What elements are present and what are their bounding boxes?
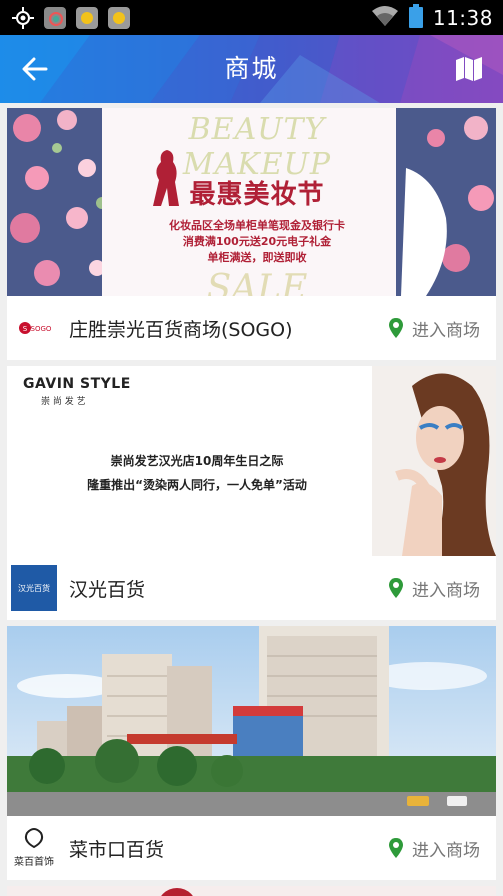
- model-photo: [372, 366, 496, 556]
- store-card-caibai[interactable]: 菜百首饰 菜市口百货 进入商场: [7, 626, 496, 880]
- store-logo-text: 菜百首饰: [14, 855, 54, 868]
- svg-text:S: S: [23, 325, 28, 333]
- store-row[interactable]: S SOGO 庄胜崇光百货商场(SOGO) 进入商场: [7, 296, 496, 360]
- store-banner[interactable]: BEAUTY MAKEUP 最惠美妆节 化妆品区全场单柜单笔现金及银行卡 消费满…: [7, 108, 496, 296]
- banner-detail-line: 崇尚发艺汉光店10周年生日之际: [110, 454, 284, 468]
- battery-icon: [408, 3, 423, 32]
- store-name: 汉光百货: [69, 578, 146, 601]
- gps-icon: [10, 5, 36, 31]
- store-logo: 汉光百货: [11, 565, 57, 611]
- store-banner[interactable]: [7, 626, 496, 816]
- store-banner[interactable]: GAVIN STYLE 崇 尚 发 艺 崇尚发艺汉光店10周年生日之际 隆重推出…: [7, 366, 496, 556]
- location-pin-icon: [389, 318, 403, 338]
- store-name: 庄胜崇光百货商场(SOGO): [69, 318, 293, 341]
- wifi-icon: [371, 5, 399, 31]
- page-title: 商城: [224, 54, 279, 83]
- banner-detail-line: 化妆品区全场单柜单笔现金及银行卡: [169, 219, 345, 232]
- app-notification-icon: [42, 5, 68, 31]
- banner-headline: 最惠美妆节: [189, 180, 325, 210]
- banner-details: 化妆品区全场单柜单笔现金及银行卡 消费满100元送20元电子礼金 单柜满送，即送…: [127, 218, 387, 266]
- banner-detail-line: 隆重推出“烫染两人同行，一人免单”活动: [87, 478, 307, 492]
- enter-mall-button[interactable]: 进入商场: [388, 296, 480, 360]
- location-pin-icon: [389, 578, 403, 598]
- banner-brand: GAVIN STYLE: [23, 376, 131, 392]
- app-bar: 商城: [0, 35, 503, 103]
- store-row[interactable]: 汉光百货 汉光百货 进入商场: [7, 556, 496, 620]
- store-banner-partial: [161, 888, 193, 896]
- enter-mall-button[interactable]: 进入商场: [388, 816, 480, 880]
- banner-detail-line: 单柜满送，即送即收: [207, 251, 307, 264]
- floral-decoration: [7, 108, 117, 296]
- store-logo: 菜百首饰: [11, 825, 57, 871]
- location-pin-icon: [389, 838, 403, 858]
- enter-mall-label: 进入商场: [412, 580, 480, 601]
- banner-brand-sub: 崇 尚 发 艺: [41, 397, 86, 407]
- store-name: 菜市口百货: [69, 838, 165, 861]
- clock-time: 11:38: [432, 5, 493, 30]
- store-list: BEAUTY MAKEUP 最惠美妆节 化妆品区全场单柜单笔现金及银行卡 消费满…: [7, 108, 496, 896]
- weather-sun-icon-2: [106, 5, 132, 31]
- store-card-partial[interactable]: [7, 886, 496, 896]
- store-row[interactable]: 菜百首饰 菜市口百货 进入商场: [7, 816, 496, 880]
- banner-detail-line: 消费满100元送20元电子礼金: [182, 235, 332, 248]
- enter-mall-button[interactable]: 进入商场: [388, 556, 480, 620]
- banner-sale-text: SALE: [206, 268, 308, 296]
- status-bar: 11:38: [0, 0, 503, 35]
- enter-mall-label: 进入商场: [412, 840, 480, 861]
- store-logo: S SOGO: [11, 305, 57, 351]
- store-card-hanguang[interactable]: GAVIN STYLE 崇 尚 发 艺 崇尚发艺汉光店10周年生日之际 隆重推出…: [7, 366, 496, 620]
- map-icon: [456, 57, 482, 81]
- floral-decoration-right: [396, 108, 496, 296]
- building-photo: [7, 626, 496, 816]
- enter-mall-label: 进入商场: [412, 320, 480, 341]
- weather-sun-icon: [74, 5, 100, 31]
- store-logo-text: SOGO: [31, 325, 51, 333]
- store-card-sogo[interactable]: BEAUTY MAKEUP 最惠美妆节 化妆品区全场单柜单笔现金及银行卡 消费满…: [7, 108, 496, 360]
- store-logo-text: 汉光百货: [18, 583, 50, 593]
- map-button[interactable]: [451, 52, 487, 86]
